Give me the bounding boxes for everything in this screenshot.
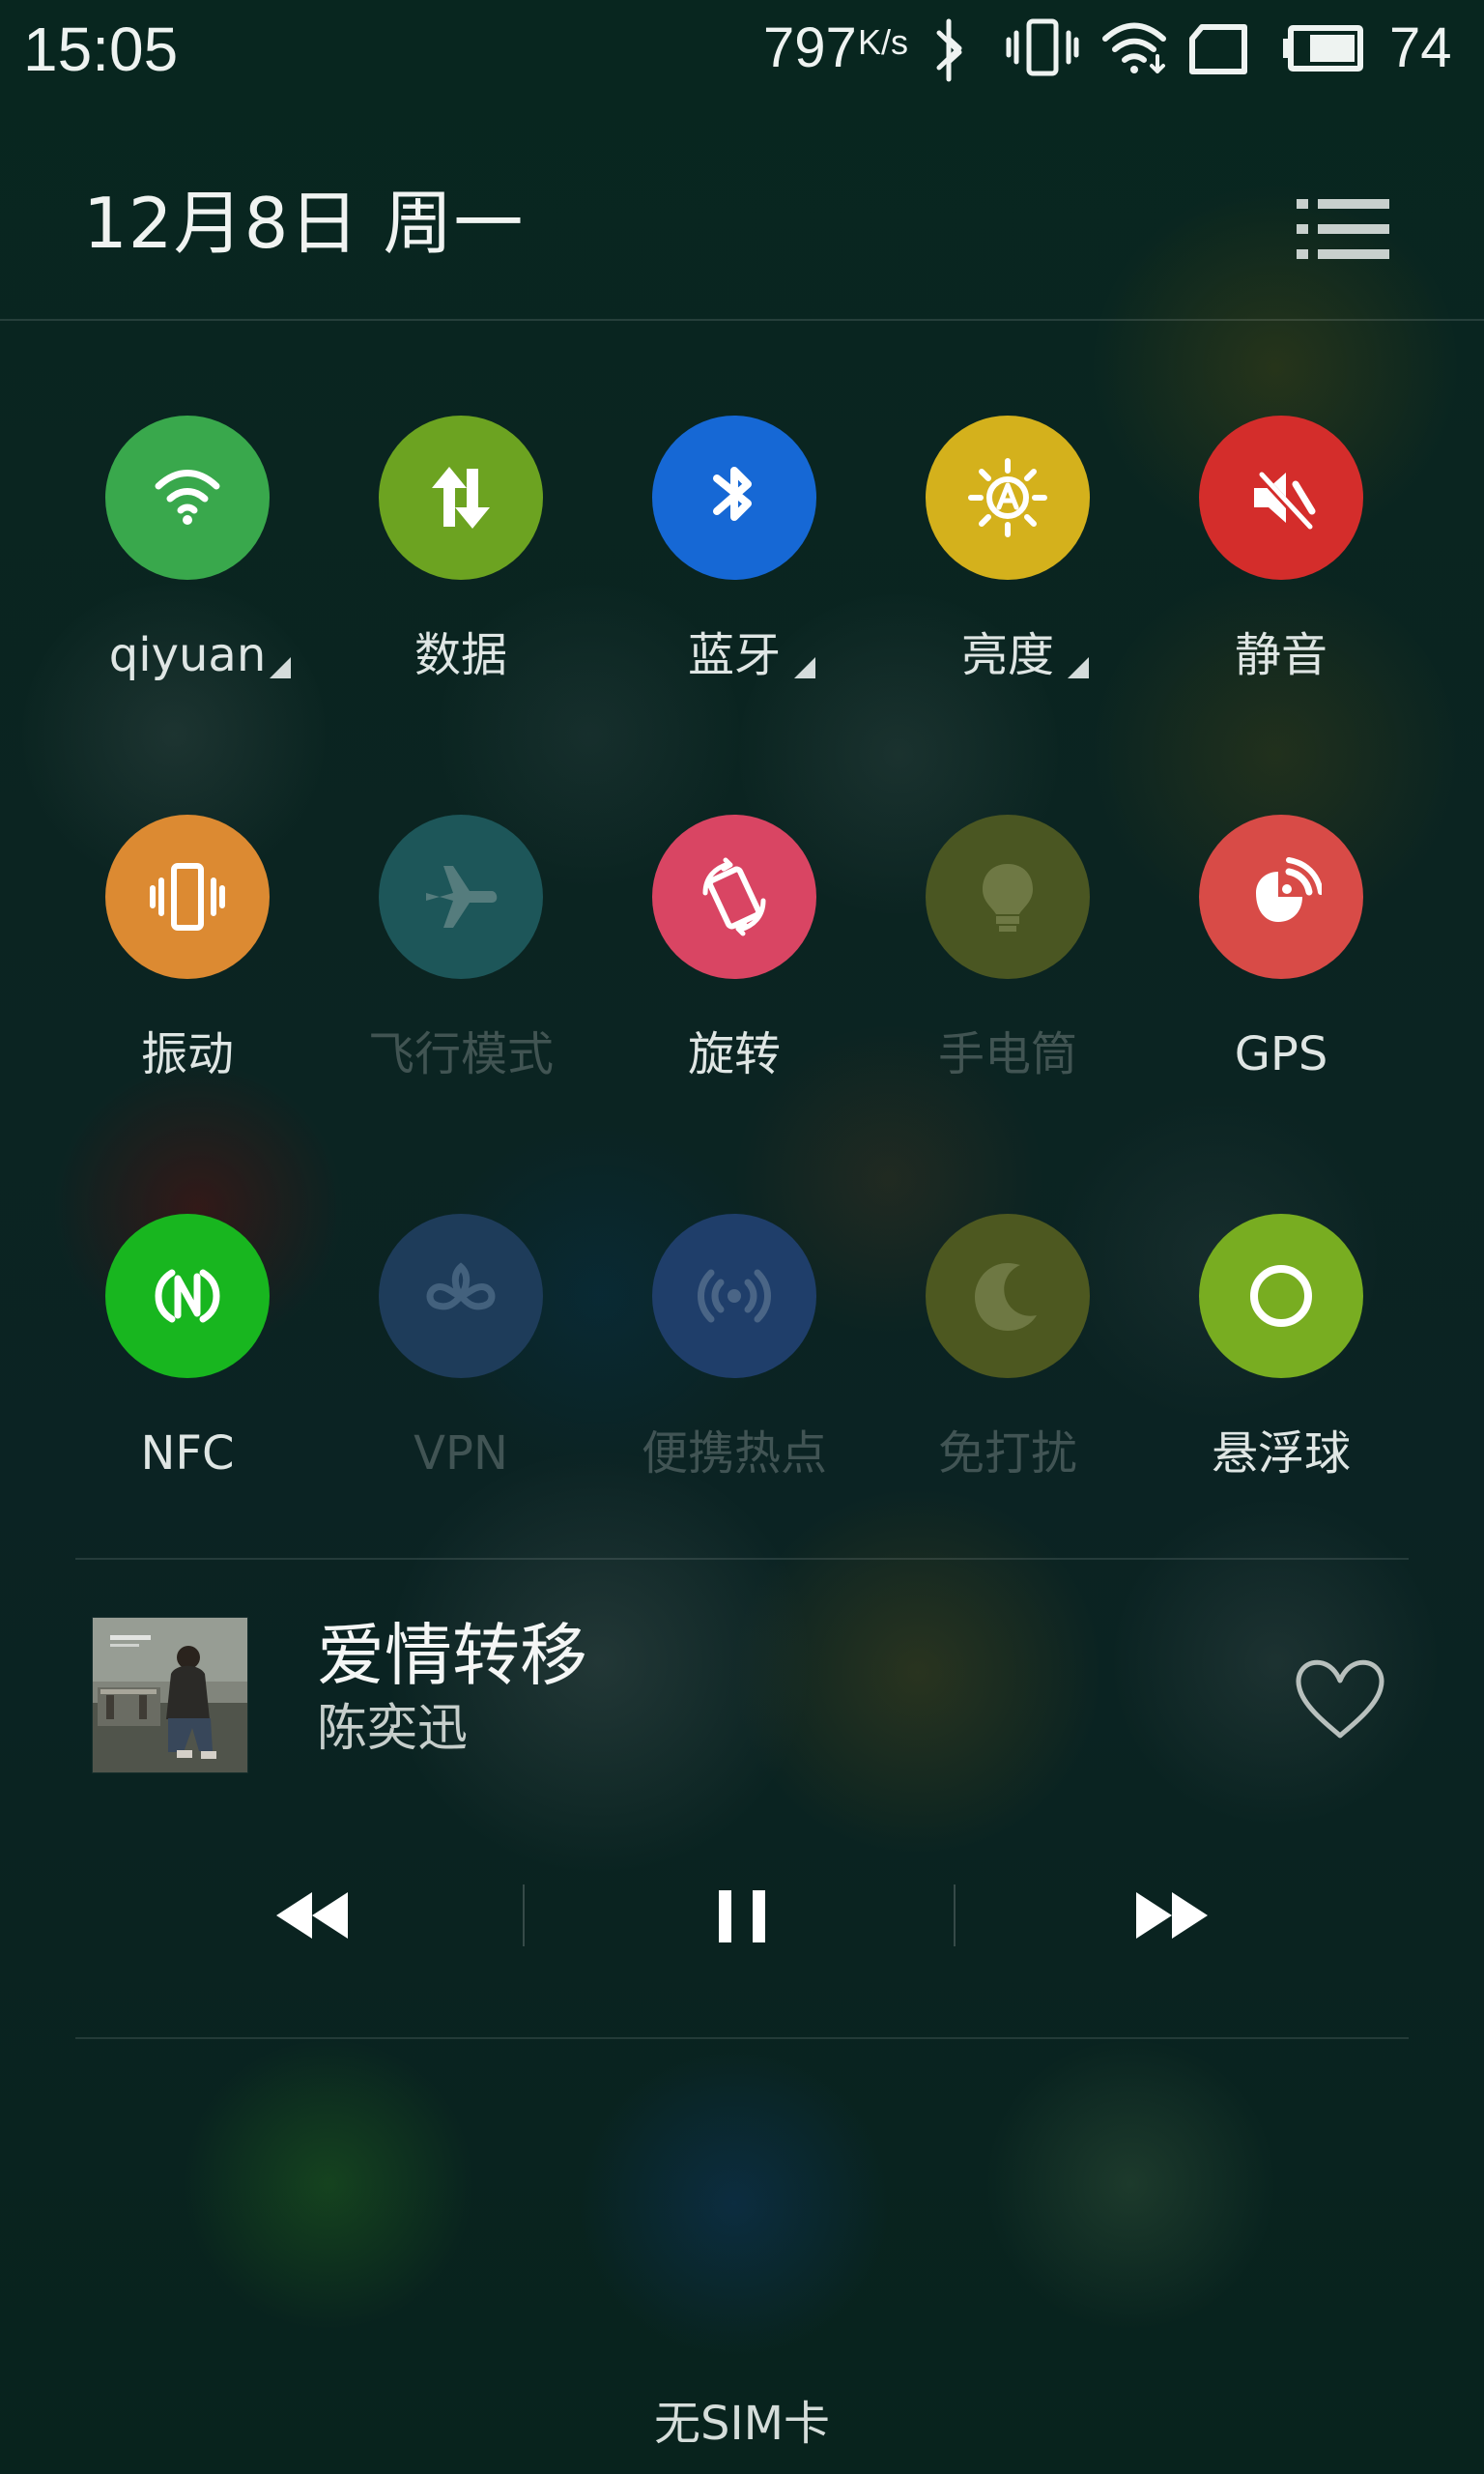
heart-icon — [1296, 1659, 1384, 1739]
toggle-vpn[interactable]: VPN — [335, 1214, 586, 1504]
toggle-hotspot-circle[interactable] — [652, 1214, 816, 1378]
toggle-rotate-label: 旋转 — [687, 1027, 781, 1081]
toggle-vibrate[interactable]: 振动 — [62, 815, 313, 1105]
song-title[interactable]: 爱情转移 — [317, 1616, 587, 1695]
previous-button[interactable] — [259, 1867, 365, 1964]
moon-icon — [975, 1263, 1037, 1331]
album-art-image — [93, 1618, 247, 1772]
pause-button[interactable] — [689, 1867, 795, 1964]
toggle-nfc-label: NFC — [140, 1426, 235, 1481]
toggle-do-not-disturb-label: 免打扰 — [937, 1426, 1077, 1481]
toggle-vibrate-label: 振动 — [140, 1027, 234, 1081]
previous-icon — [276, 1892, 348, 1939]
gps-icon — [1256, 857, 1322, 922]
toggle-gps-circle[interactable] — [1199, 815, 1363, 979]
toggle-hotspot-label: 便携热点 — [641, 1426, 827, 1481]
toggle-gps[interactable]: GPS — [1156, 815, 1407, 1105]
toggle-data-circle[interactable] — [379, 416, 543, 580]
toggle-bluetooth-label: 蓝牙 — [687, 628, 781, 682]
toggle-floating-ball-circle[interactable] — [1199, 1214, 1363, 1378]
sim-status: 无SIM卡 — [653, 2397, 831, 2451]
data-transfer-icon — [432, 467, 490, 529]
flashlight-icon — [983, 864, 1033, 932]
toggle-brightness-expand-indicator — [1068, 657, 1089, 678]
wifi-icon — [155, 470, 220, 525]
album-art[interactable] — [93, 1618, 247, 1772]
artist-name[interactable]: 陈奕迅 — [317, 1699, 468, 1759]
favorite-button[interactable] — [1291, 1654, 1389, 1743]
vibrate-icon — [150, 863, 225, 931]
toggle-gps-label: GPS — [1234, 1027, 1328, 1081]
toggle-flashlight-label: 手电筒 — [937, 1027, 1077, 1081]
mute-icon — [1254, 471, 1316, 531]
music-player-card: 爱情转移 陈奕迅 — [0, 1558, 1484, 2037]
toggle-airplane-label: 飞行模式 — [367, 1027, 554, 1081]
toggle-bluetooth-expand-indicator — [794, 657, 815, 678]
toggle-floating-ball-label: 悬浮球 — [1211, 1426, 1351, 1481]
music-bottom-divider — [75, 2037, 1409, 2039]
toggle-wifi-circle[interactable] — [105, 416, 270, 580]
toggle-wifi[interactable]: qiyuan — [62, 416, 313, 705]
toggle-brightness-circle[interactable] — [926, 416, 1090, 580]
toggle-mute-label: 静音 — [1234, 628, 1327, 682]
auto-brightness-icon — [968, 458, 1047, 537]
toggle-vibrate-circle[interactable] — [105, 815, 270, 979]
toggle-floating-ball[interactable]: 悬浮球 — [1156, 1214, 1407, 1504]
vpn-icon — [426, 1262, 496, 1310]
nfc-icon — [155, 1269, 220, 1323]
toggle-airplane-circle[interactable] — [379, 815, 543, 979]
quick-settings-grid: qiyuan 数据 蓝牙 亮度 静音 振动 飞行模式 旋转 手电筒 GPS NF… — [0, 0, 1484, 1546]
toggle-brightness[interactable]: 亮度 — [882, 416, 1133, 705]
rotate-icon — [702, 857, 766, 936]
toggle-data-label: 数据 — [414, 628, 507, 682]
bluetooth-icon — [713, 467, 752, 521]
toggle-flashlight-circle[interactable] — [926, 815, 1090, 979]
toggle-flashlight[interactable]: 手电筒 — [882, 815, 1133, 1105]
next-button[interactable] — [1119, 1867, 1225, 1964]
playback-controls — [75, 1867, 1409, 1964]
toggle-do-not-disturb[interactable]: 免打扰 — [882, 1214, 1133, 1504]
toggle-rotate-circle[interactable] — [652, 815, 816, 979]
toggle-mute-circle[interactable] — [1199, 416, 1363, 580]
toggle-data[interactable]: 数据 — [335, 416, 586, 705]
toggle-mute[interactable]: 静音 — [1156, 416, 1407, 705]
toggle-wifi-expand-indicator — [270, 657, 291, 678]
toggle-brightness-label: 亮度 — [960, 628, 1054, 682]
controls-divider-left — [523, 1884, 525, 1946]
controls-divider-right — [954, 1884, 956, 1946]
toggle-bluetooth-circle[interactable] — [652, 416, 816, 580]
airplane-icon — [426, 866, 498, 928]
toggle-do-not-disturb-circle[interactable] — [926, 1214, 1090, 1378]
toggle-vpn-label: VPN — [414, 1426, 508, 1481]
toggle-nfc[interactable]: NFC — [62, 1214, 313, 1504]
toggle-airplane-mode[interactable]: 飞行模式 — [335, 815, 586, 1105]
pause-icon — [719, 1890, 765, 1942]
toggle-bluetooth[interactable]: 蓝牙 — [609, 416, 860, 705]
toggle-rotate[interactable]: 旋转 — [609, 815, 860, 1105]
next-icon — [1136, 1892, 1208, 1939]
notification-shade: 15:05 797 K/s 74 12月8日 周一 qiyuan 数据 蓝牙 亮… — [0, 0, 1484, 2474]
toggle-hotspot[interactable]: 便携热点 — [609, 1214, 860, 1504]
toggle-vpn-circle[interactable] — [379, 1214, 543, 1378]
toggle-nfc-circle[interactable] — [105, 1214, 270, 1378]
floating-ball-icon — [1250, 1265, 1312, 1327]
hotspot-icon — [698, 1269, 771, 1323]
